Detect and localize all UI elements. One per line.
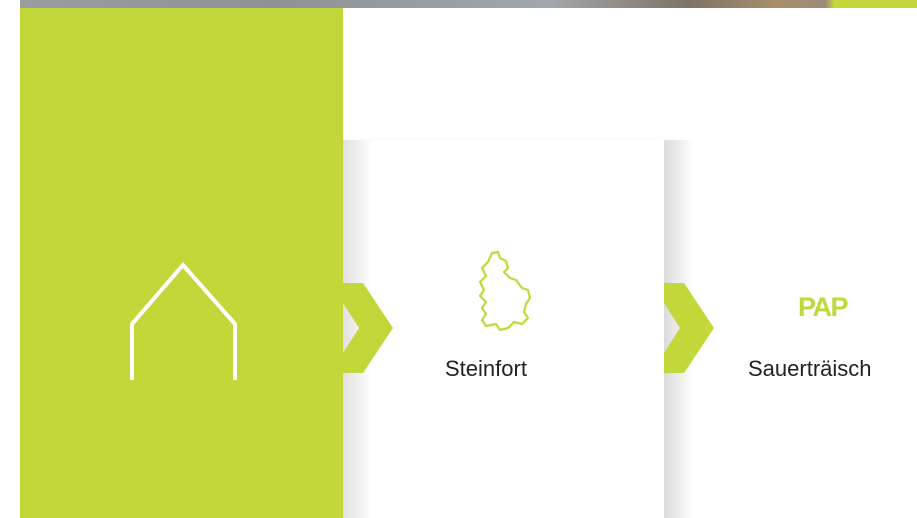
- house-outline-icon[interactable]: [129, 262, 239, 382]
- header-image-strip: [0, 0, 917, 8]
- luxembourg-map-icon: [478, 250, 532, 332]
- breadcrumb-stage: Steinfort PAP Sauerträisch: [0, 0, 917, 518]
- pap-logo-mark: PAP: [798, 292, 849, 322]
- breadcrumb-step-label[interactable]: Sauerträisch: [748, 356, 872, 382]
- chevron-right-icon: [664, 283, 714, 373]
- breadcrumb-step-label[interactable]: Steinfort: [445, 356, 527, 382]
- chevron-right-icon: [343, 283, 393, 373]
